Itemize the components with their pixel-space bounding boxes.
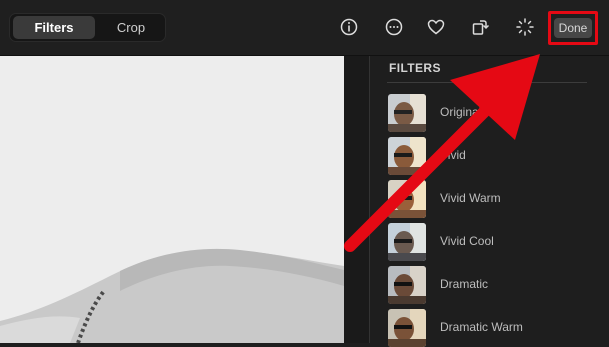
annotation-arrow	[344, 54, 540, 252]
arrow-icon	[344, 54, 540, 252]
